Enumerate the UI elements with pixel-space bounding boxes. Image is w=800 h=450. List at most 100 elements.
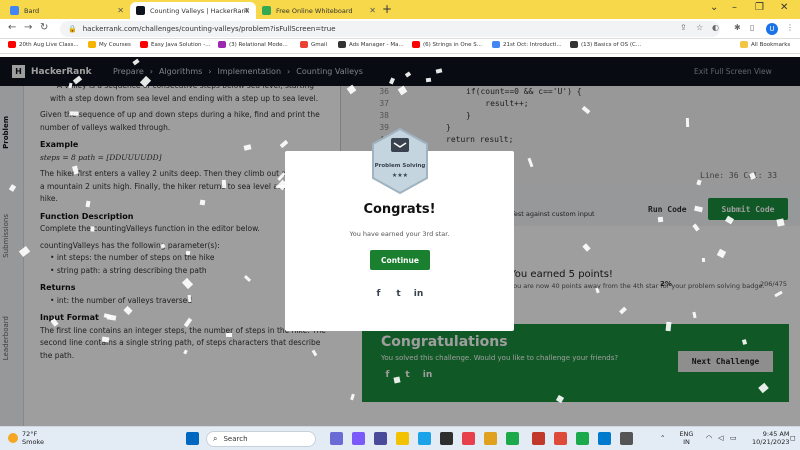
- bard-icon: [10, 6, 19, 15]
- bookmark-item[interactable]: (3) Relational Mode...: [218, 41, 288, 48]
- youtube-icon: [8, 41, 16, 48]
- confetti-piece: [425, 77, 432, 83]
- close-tab-icon[interactable]: ✕: [243, 6, 250, 15]
- taskbar-search[interactable]: ⌕ Search: [206, 431, 316, 447]
- all-bookmarks[interactable]: All Bookmarks: [740, 41, 790, 48]
- bookmark-item[interactable]: 21st Oct: Introducti...: [492, 41, 562, 48]
- address-bar-row: ← → ↻ 🔒 hackerrank.com/challenges/counti…: [0, 19, 800, 39]
- chevron-down-icon[interactable]: ⌄: [710, 2, 718, 13]
- url-field[interactable]: 🔒 hackerrank.com/challenges/counting-val…: [60, 21, 720, 37]
- site-icon: [218, 41, 226, 48]
- confetti-piece: [101, 336, 110, 343]
- bookmark-item[interactable]: (13) Basics of OS (C...: [570, 41, 641, 48]
- start-icon[interactable]: [186, 432, 199, 445]
- maximize-icon[interactable]: ❐: [755, 2, 764, 13]
- folder-icon: [740, 41, 748, 48]
- sidepanel-icon[interactable]: ▯: [750, 23, 754, 32]
- confetti-piece: [665, 321, 672, 332]
- tab-counting-valleys[interactable]: Counting Valleys | HackerRank ✕: [130, 2, 256, 19]
- bookmark-item[interactable]: My Courses: [88, 41, 131, 48]
- extensions-icon[interactable]: ✱: [734, 23, 741, 32]
- bookmarks-bar: 20th Aug Live Class... My Courses Easy J…: [0, 39, 800, 54]
- confetti-piece: [90, 226, 95, 232]
- confetti-piece: [187, 294, 192, 303]
- office-icon[interactable]: [532, 432, 545, 445]
- forward-icon[interactable]: →: [24, 22, 32, 33]
- menu-icon[interactable]: ⋮: [786, 23, 794, 32]
- teams-icon[interactable]: [330, 432, 343, 445]
- confetti-piece: [776, 218, 785, 227]
- youtube-icon: [140, 41, 148, 48]
- facebook-icon[interactable]: f: [373, 289, 384, 300]
- close-tab-icon[interactable]: ✕: [117, 6, 124, 15]
- hackerrank-icon: [136, 6, 145, 15]
- close-window-icon[interactable]: ✕: [780, 2, 788, 13]
- volume-icon[interactable]: ◁: [718, 434, 723, 442]
- share-icon[interactable]: ⇪: [680, 23, 687, 32]
- translate-icon[interactable]: ◐: [712, 23, 719, 32]
- courses-icon: [88, 41, 96, 48]
- whiteboard-icon: [262, 6, 271, 15]
- notification-icon[interactable]: ◻: [790, 434, 796, 442]
- meet-icon[interactable]: [374, 432, 387, 445]
- profile-avatar[interactable]: U: [766, 23, 778, 35]
- close-tab-icon[interactable]: ✕: [369, 6, 376, 15]
- new-tab-icon[interactable]: +: [382, 2, 392, 16]
- bookmark-item[interactable]: 20th Aug Live Class...: [8, 41, 79, 48]
- confetti-piece: [185, 250, 191, 256]
- confetti-piece: [393, 376, 401, 384]
- edge-icon[interactable]: [418, 432, 431, 445]
- bookmark-item[interactable]: Gmail: [300, 41, 327, 48]
- reload-icon[interactable]: ↻: [40, 22, 48, 33]
- confetti-piece: [69, 111, 79, 116]
- whatsapp-icon[interactable]: [576, 432, 589, 445]
- tray-up-icon[interactable]: ⌃: [660, 434, 665, 442]
- minimize-icon[interactable]: –: [732, 2, 737, 13]
- twitter-icon[interactable]: t: [393, 289, 404, 300]
- chat-icon[interactable]: [352, 432, 365, 445]
- vscode-icon[interactable]: [598, 432, 611, 445]
- app-icon[interactable]: [484, 432, 497, 445]
- wifi-icon[interactable]: ◠: [706, 434, 712, 442]
- clock[interactable]: 9:45 AM 10/21/2023: [752, 430, 789, 446]
- windows-taskbar: 72°F Smoke ⌕ Search ⌃ ENG IN ◠ ◁ ▭ 9:45 AM 1…: [0, 426, 800, 450]
- weather-widget[interactable]: 72°F Smoke: [8, 430, 44, 446]
- system-tray[interactable]: ⌃ ENG IN: [660, 430, 693, 446]
- battery-icon[interactable]: ▭: [730, 434, 737, 442]
- lock-icon: 🔒: [68, 25, 77, 33]
- tab-label: Counting Valleys | HackerRank: [150, 6, 250, 15]
- weather-icon: [8, 433, 18, 443]
- bookmark-item[interactable]: Ads Manager - Ma...: [338, 41, 404, 48]
- chrome-icon[interactable]: [554, 432, 567, 445]
- youtube-icon: [412, 41, 420, 48]
- tab-bard[interactable]: Bard ✕: [4, 2, 130, 19]
- badge-stars: ★★★: [391, 172, 409, 179]
- tab-whiteboard[interactable]: Free Online Whiteboard ✕: [256, 2, 382, 19]
- linkedin-icon[interactable]: in: [413, 289, 424, 300]
- continue-button[interactable]: Continue: [370, 250, 430, 270]
- modal-title: Congrats!: [363, 202, 436, 217]
- app-icon[interactable]: [620, 432, 633, 445]
- meta-icon: [338, 41, 346, 48]
- confetti-piece: [685, 117, 690, 128]
- file-explorer-icon[interactable]: [396, 432, 409, 445]
- confetti-piece: [657, 216, 664, 223]
- star-icon[interactable]: ☆: [696, 23, 703, 32]
- browser-tab-strip: Bard ✕ Counting Valleys | HackerRank ✕ F…: [0, 0, 800, 19]
- search-icon: ⌕: [213, 434, 218, 443]
- tab-label: Free Online Whiteboard: [276, 6, 353, 15]
- badge-label: Problem Solving: [374, 163, 426, 169]
- app-icon[interactable]: [506, 432, 519, 445]
- google-icon: [492, 41, 500, 48]
- back-icon[interactable]: ←: [8, 22, 16, 33]
- bookmark-item[interactable]: (6) Strings in One S...: [412, 41, 482, 48]
- tab-label: Bard: [24, 6, 40, 15]
- store-icon[interactable]: [440, 432, 453, 445]
- github-icon: [570, 41, 578, 48]
- modal-subtitle: You have earned your 3rd star.: [349, 230, 450, 238]
- confetti-piece: [225, 332, 233, 338]
- gmail-icon: [300, 41, 308, 48]
- bookmark-item[interactable]: Easy Java Solution -...: [140, 41, 210, 48]
- url-text: hackerrank.com/challenges/counting-valle…: [82, 25, 336, 33]
- app-icon[interactable]: [462, 432, 475, 445]
